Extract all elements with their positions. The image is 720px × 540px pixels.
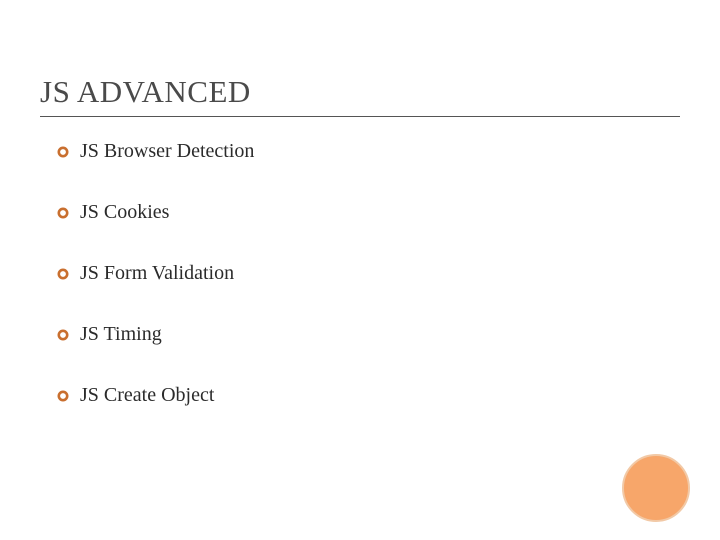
donut-bullet-icon [56,328,70,342]
list-item-label: JS Cookies [80,201,169,224]
donut-bullet-icon [56,389,70,403]
list-item: JS Cookies [56,201,656,224]
donut-bullet-icon [56,267,70,281]
slide: JS ADVANCED JS Browser Detection JS Cook… [0,0,720,540]
list-item-label: JS Form Validation [80,262,234,285]
list-item-label: JS Browser Detection [80,140,254,163]
list-item: JS Timing [56,323,656,346]
bullet-list: JS Browser Detection JS Cookies JS Form … [56,140,656,445]
donut-bullet-icon [56,145,70,159]
list-item: JS Browser Detection [56,140,656,163]
list-item-label: JS Create Object [80,384,214,407]
title-underline [40,116,680,117]
slide-title: JS ADVANCED [40,74,251,110]
list-item: JS Form Validation [56,262,656,285]
donut-bullet-icon [56,206,70,220]
list-item-label: JS Timing [80,323,162,346]
decorative-circle [622,454,690,522]
list-item: JS Create Object [56,384,656,407]
